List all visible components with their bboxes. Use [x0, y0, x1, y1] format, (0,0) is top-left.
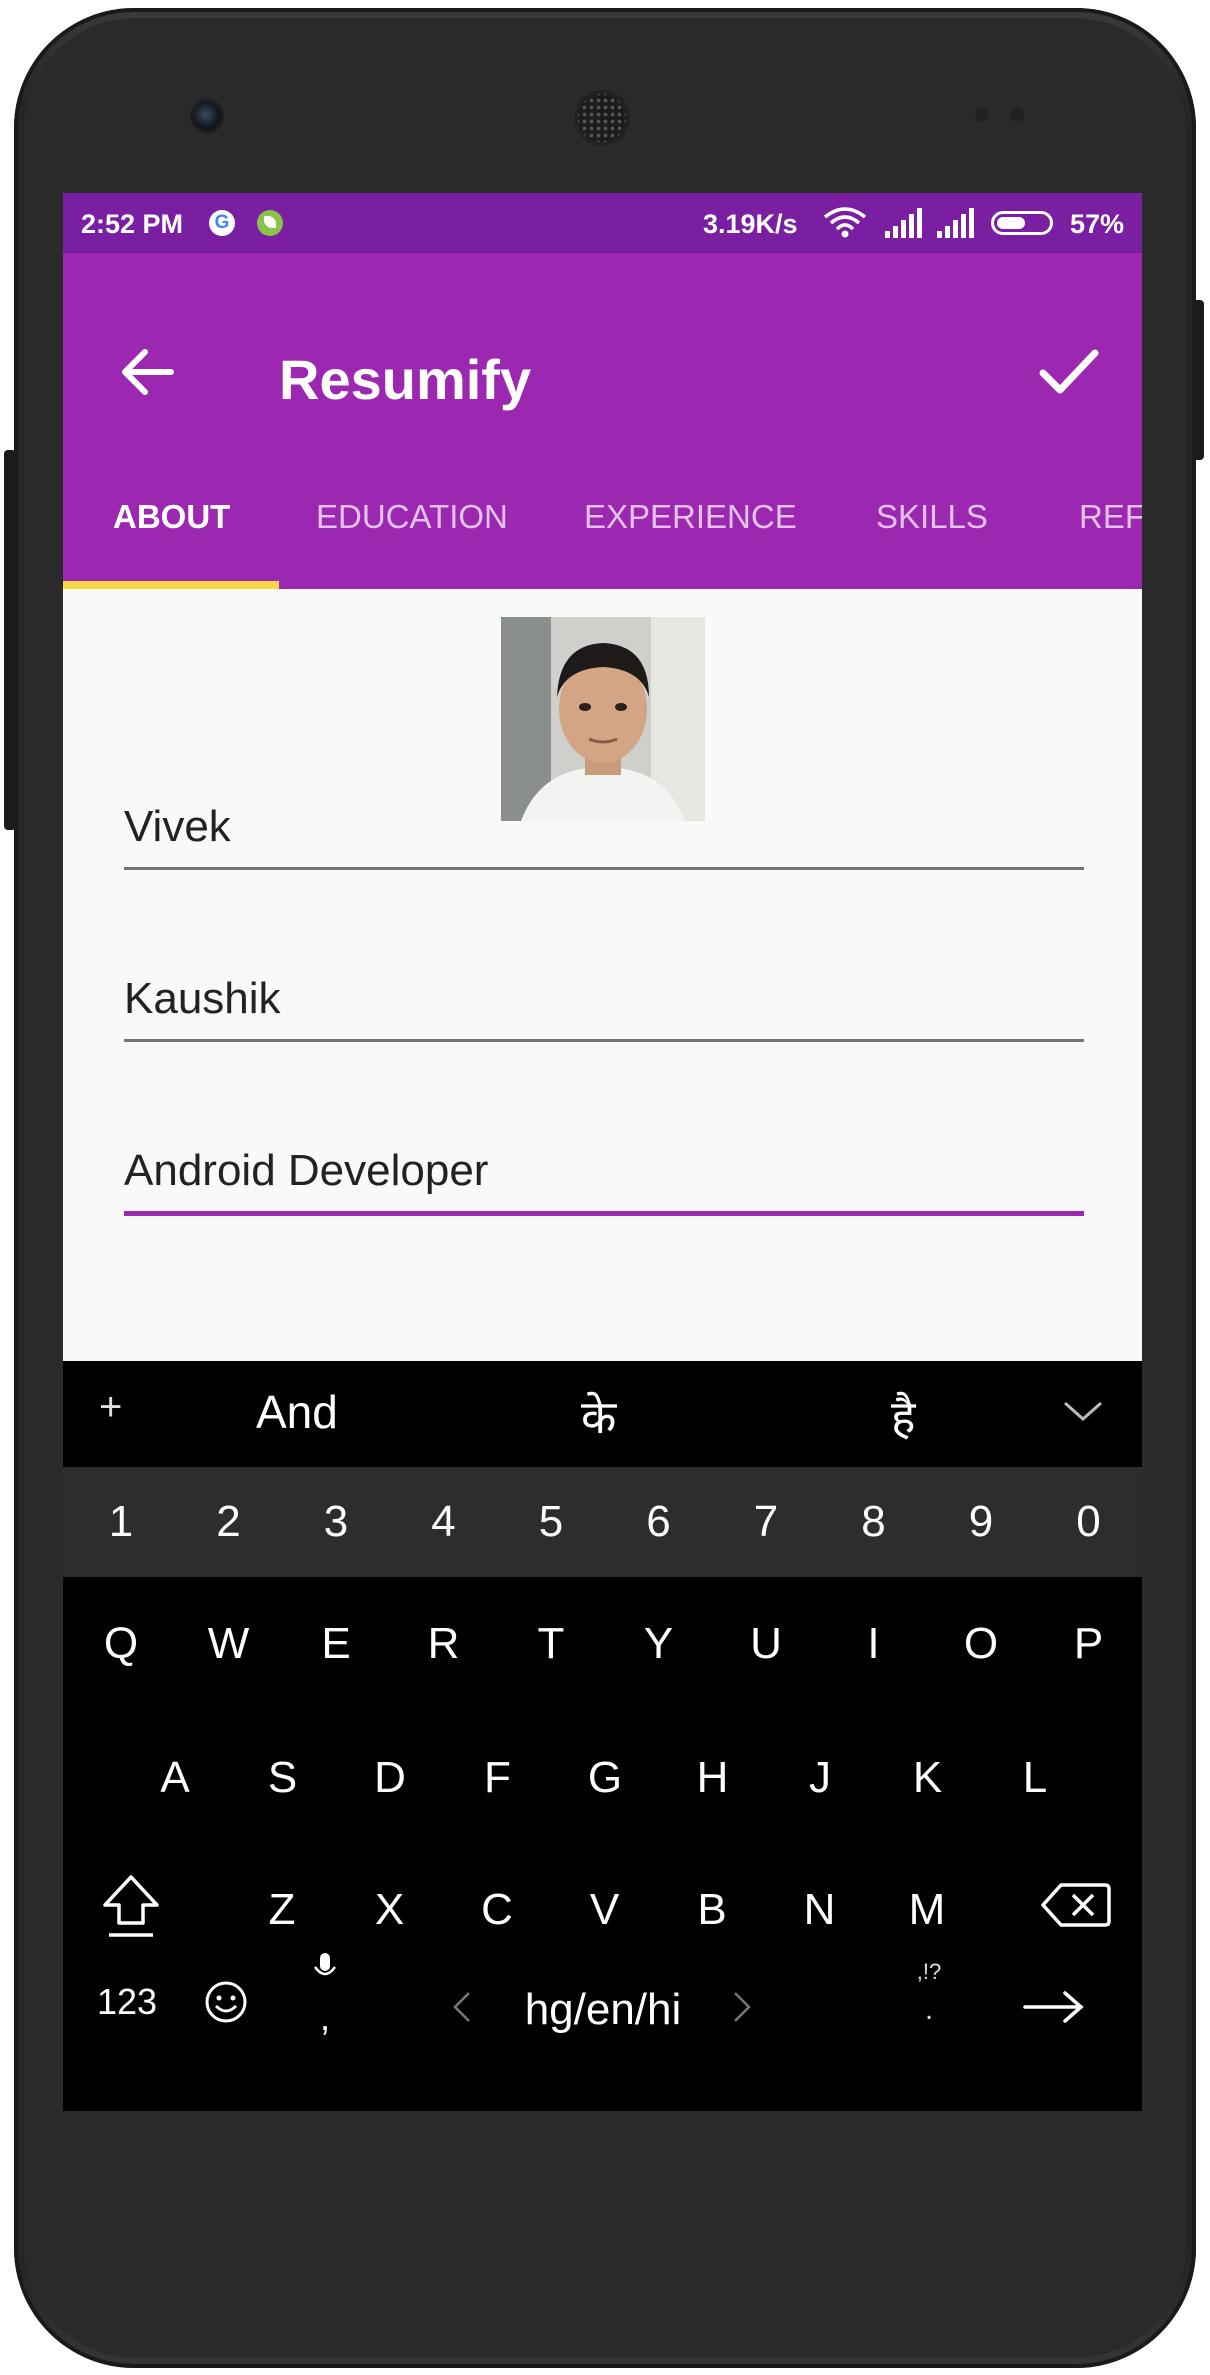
tab-references[interactable]: REF — [1079, 449, 1142, 589]
signal-icon — [937, 208, 974, 238]
headline-field — [124, 1141, 1084, 1216]
first-name-input[interactable] — [124, 797, 1084, 857]
key-a[interactable]: A — [135, 1753, 215, 1803]
key-c[interactable]: C — [457, 1885, 537, 1935]
battery-icon — [991, 211, 1053, 235]
key-h[interactable]: H — [673, 1753, 753, 1803]
key-r[interactable]: R — [404, 1619, 484, 1669]
battery-percent: 57% — [1070, 209, 1125, 239]
key-j[interactable]: J — [780, 1753, 860, 1803]
key-9[interactable]: 9 — [941, 1497, 1021, 1547]
add-word-button[interactable]: + — [99, 1385, 122, 1430]
microphone-icon[interactable] — [310, 1951, 340, 1991]
key-7[interactable]: 7 — [726, 1497, 806, 1547]
key-k[interactable]: K — [888, 1753, 968, 1803]
key-v[interactable]: V — [565, 1885, 645, 1935]
key-6[interactable]: 6 — [619, 1497, 699, 1547]
enter-arrow-icon[interactable] — [1023, 1989, 1085, 2025]
key-i[interactable]: I — [834, 1619, 914, 1669]
key-p[interactable]: P — [1049, 1619, 1129, 1669]
key-u[interactable]: U — [726, 1619, 806, 1669]
emoji-icon[interactable] — [203, 1979, 249, 2025]
key-g[interactable]: G — [565, 1753, 645, 1803]
punctuation-key-top[interactable]: ,!? — [889, 1959, 969, 1985]
key-o[interactable]: O — [941, 1619, 1021, 1669]
key-l[interactable]: L — [995, 1753, 1075, 1803]
status-time: 2:52 PM — [81, 209, 184, 239]
key-b[interactable]: B — [672, 1885, 752, 1935]
key-e[interactable]: E — [296, 1619, 376, 1669]
symbols-key[interactable]: 123 — [77, 1981, 177, 2023]
key-2[interactable]: 2 — [189, 1497, 269, 1547]
tab-bar: ABOUT EDUCATION EXPERIENCE SKILLS REF — [63, 449, 1142, 589]
key-1[interactable]: 1 — [81, 1497, 161, 1547]
tab-skills[interactable]: SKILLS — [876, 449, 988, 589]
status-bar: 2:52 PM G 3.19K/s 57% — [63, 193, 1142, 253]
tab-experience[interactable]: EXPERIENCE — [584, 449, 797, 589]
app-bar: Resumify ABOUT EDUCATION EXPERIENCE SKIL… — [63, 253, 1142, 589]
key-3[interactable]: 3 — [296, 1497, 376, 1547]
last-name-field — [124, 969, 1084, 1042]
backspace-icon[interactable] — [1039, 1881, 1111, 1929]
key-d[interactable]: D — [350, 1753, 430, 1803]
key-x[interactable]: X — [350, 1885, 430, 1935]
key-n[interactable]: N — [780, 1885, 860, 1935]
suggestion-3[interactable]: है — [891, 1385, 915, 1447]
comma-key[interactable]: , — [285, 1997, 365, 2039]
page-title: Resumify — [279, 348, 532, 411]
suggestion-1[interactable]: And — [256, 1385, 338, 1439]
active-tab-indicator — [63, 581, 279, 589]
suggestion-strip: + And के है — [63, 1361, 1142, 1467]
language-space-key[interactable]: hg/en/hi — [493, 1985, 713, 2035]
profile-photo-image — [501, 617, 705, 821]
chevron-left-icon[interactable] — [451, 1989, 473, 2025]
first-name-underline — [124, 867, 1084, 870]
key-8[interactable]: 8 — [834, 1497, 914, 1547]
key-s[interactable]: S — [243, 1753, 323, 1803]
signal-icon — [885, 208, 922, 238]
key-f[interactable]: F — [458, 1753, 538, 1803]
power-button — [1192, 300, 1204, 460]
network-speed: 3.19K/s — [703, 209, 798, 239]
soft-keyboard: + And के है 1234567890 123 , hg/en/hi ,!… — [63, 1361, 1142, 2111]
last-name-input[interactable] — [124, 969, 1084, 1029]
front-camera — [193, 102, 221, 130]
shift-key-icon[interactable] — [99, 1873, 163, 1939]
last-name-underline — [124, 1039, 1084, 1042]
suggestion-2[interactable]: के — [581, 1385, 616, 1447]
chevron-right-icon[interactable] — [731, 1989, 753, 2025]
key-0[interactable]: 0 — [1049, 1497, 1129, 1547]
headline-underline-focused — [124, 1211, 1084, 1216]
key-4[interactable]: 4 — [404, 1497, 484, 1547]
key-5[interactable]: 5 — [511, 1497, 591, 1547]
notification-leaf-icon — [257, 210, 283, 236]
tab-about[interactable]: ABOUT — [113, 449, 230, 589]
number-row: 1234567890 — [63, 1467, 1142, 1577]
key-q[interactable]: Q — [81, 1619, 161, 1669]
proximity-sensor — [975, 108, 989, 122]
key-m[interactable]: M — [887, 1885, 967, 1935]
key-y[interactable]: Y — [619, 1619, 699, 1669]
profile-photo[interactable] — [501, 617, 705, 821]
first-name-field — [124, 797, 1084, 870]
google-icon: G — [209, 210, 235, 236]
key-z[interactable]: Z — [242, 1885, 322, 1935]
screen: 2:52 PM G 3.19K/s 57% Resumify ABOUT EDU… — [63, 193, 1142, 2111]
about-form — [63, 589, 1142, 1361]
checkmark-icon[interactable] — [1033, 335, 1105, 407]
earpiece-speaker — [574, 90, 630, 146]
key-w[interactable]: W — [189, 1619, 269, 1669]
punctuation-key[interactable]: . — [889, 1993, 969, 2027]
headline-input[interactable] — [124, 1141, 1084, 1201]
light-sensor — [1010, 108, 1024, 122]
battery-level — [997, 217, 1025, 229]
wifi-icon — [823, 207, 867, 238]
tab-education[interactable]: EDUCATION — [316, 449, 508, 589]
chevron-down-icon[interactable] — [1063, 1399, 1103, 1423]
volume-button — [4, 450, 16, 830]
key-t[interactable]: T — [511, 1619, 591, 1669]
back-arrow-icon[interactable] — [113, 337, 183, 407]
